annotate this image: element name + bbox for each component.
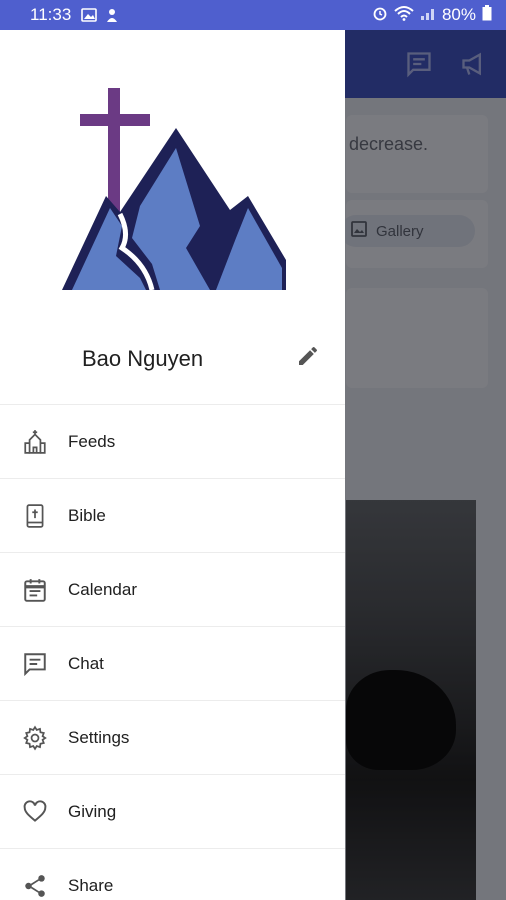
battery-icon	[482, 4, 492, 26]
menu-item-label: Giving	[68, 801, 117, 821]
cross-mountain-logo	[60, 88, 286, 291]
church-icon	[22, 429, 48, 455]
bible-icon	[22, 503, 48, 529]
menu-item-label: Settings	[68, 727, 130, 747]
profile-name: Bao Nguyen	[82, 346, 204, 371]
drawer-menu: Feeds Bible Calendar Chat Settings Givin…	[0, 404, 345, 900]
menu-item-label: Share	[68, 875, 114, 895]
pencil-icon	[296, 344, 320, 373]
menu-item-feeds[interactable]: Feeds	[0, 404, 345, 478]
navigation-drawer: Bao Nguyen Feeds Bible Calendar Chat Set…	[0, 30, 345, 900]
status-time: 11:33	[30, 5, 72, 24]
alarm-icon	[372, 5, 388, 26]
heart-icon	[22, 799, 48, 825]
menu-item-label: Bible	[68, 505, 106, 525]
wifi-icon	[394, 5, 414, 26]
menu-item-label: Chat	[68, 653, 104, 673]
menu-item-settings[interactable]: Settings	[0, 700, 345, 774]
chat-icon	[22, 651, 48, 677]
image-icon	[81, 8, 98, 22]
menu-item-label: Feeds	[68, 431, 116, 451]
signal-icon	[420, 5, 436, 26]
status-bar: 11:33 80%	[0, 0, 506, 30]
menu-item-share[interactable]: Share	[0, 848, 345, 900]
menu-item-giving[interactable]: Giving	[0, 774, 345, 848]
battery-percent: 80%	[441, 5, 476, 24]
edit-profile-button[interactable]	[294, 344, 322, 372]
menu-item-label: Calendar	[68, 579, 137, 599]
calendar-icon	[22, 577, 48, 603]
notification-icon	[105, 7, 119, 23]
menu-item-calendar[interactable]: Calendar	[0, 552, 345, 626]
menu-item-chat[interactable]: Chat	[0, 626, 345, 700]
share-icon	[22, 873, 48, 899]
menu-item-bible[interactable]: Bible	[0, 478, 345, 552]
gear-icon	[22, 725, 48, 751]
